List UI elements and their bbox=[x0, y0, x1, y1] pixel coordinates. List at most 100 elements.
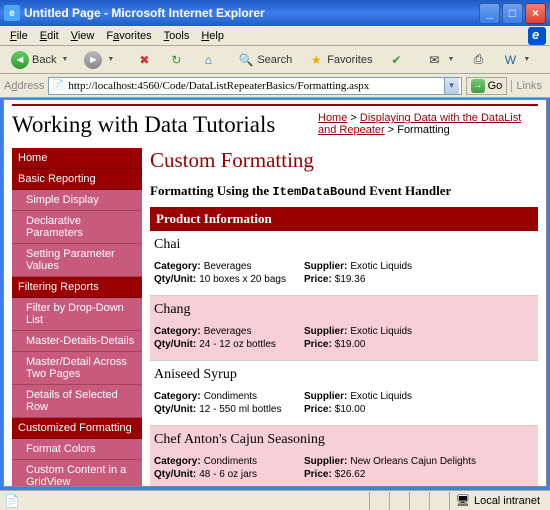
back-dropdown-icon: ▼ bbox=[61, 56, 68, 63]
menu-tools[interactable]: Tools bbox=[158, 28, 196, 44]
breadcrumb: Home > Displaying Data with the DataList… bbox=[318, 112, 538, 138]
refresh-icon: ↻ bbox=[168, 52, 184, 68]
qty-label: Qty/Unit: bbox=[154, 469, 196, 480]
price-value: $26.62 bbox=[335, 469, 366, 480]
search-label: Search bbox=[257, 54, 292, 66]
sidebar-item[interactable]: Simple Display bbox=[12, 190, 142, 211]
qty-value: 24 - 12 oz bottles bbox=[199, 339, 276, 350]
toolbar: ◄ Back ▼ ► ▼ ✖ ↻ ⌂ 🔍Search ★Favorites ✔ … bbox=[0, 46, 550, 74]
print-icon: ⎙ bbox=[470, 52, 486, 68]
price-label: Price: bbox=[304, 339, 332, 350]
address-dropdown-icon[interactable]: ▼ bbox=[444, 78, 459, 94]
go-button[interactable]: → Go bbox=[466, 77, 508, 95]
sidebar-item[interactable]: Declarative Parameters bbox=[12, 211, 142, 244]
sidebar-item[interactable]: Custom Content in a GridView bbox=[12, 460, 142, 487]
mail-dropdown-icon: ▼ bbox=[447, 56, 454, 63]
page-title: Working with Data Tutorials bbox=[12, 112, 275, 138]
sidebar-item[interactable]: Master-Details-Details bbox=[12, 331, 142, 352]
ie-throbber-icon bbox=[528, 27, 546, 45]
search-icon: 🔍 bbox=[238, 52, 254, 68]
zone-label: Local intranet bbox=[474, 495, 540, 507]
product-item: ChaiCategory: BeveragesSupplier: Exotic … bbox=[150, 231, 538, 296]
history-button[interactable]: ✔ bbox=[381, 49, 411, 71]
address-input[interactable] bbox=[68, 80, 443, 92]
home-button[interactable]: ⌂ bbox=[193, 49, 223, 71]
menu-edit[interactable]: Edit bbox=[34, 28, 65, 44]
breadcrumb-home[interactable]: Home bbox=[318, 112, 347, 124]
stop-icon: ✖ bbox=[136, 52, 152, 68]
menu-file[interactable]: File bbox=[4, 28, 34, 44]
sidebar-item[interactable]: Format Colors bbox=[12, 439, 142, 460]
back-label: Back bbox=[32, 54, 56, 66]
product-name: Aniseed Syrup bbox=[154, 367, 534, 383]
go-label: Go bbox=[488, 80, 503, 92]
print-button[interactable]: ⎙ bbox=[463, 49, 493, 71]
menu-help[interactable]: Help bbox=[195, 28, 230, 44]
discuss-button[interactable]: 💬 bbox=[545, 49, 550, 71]
intranet-icon: 🖥 bbox=[456, 494, 470, 508]
supplier-label: Supplier: bbox=[304, 391, 347, 402]
links-label[interactable]: Links bbox=[511, 80, 546, 92]
price-value: $19.36 bbox=[335, 274, 366, 285]
category-value: Beverages bbox=[204, 326, 252, 337]
product-item: Chef Anton's Cajun SeasoningCategory: Co… bbox=[150, 426, 538, 487]
forward-button[interactable]: ► ▼ bbox=[77, 48, 121, 72]
price-label: Price: bbox=[304, 274, 332, 285]
favorites-label: Favorites bbox=[327, 54, 372, 66]
menu-favorites[interactable]: Favorites bbox=[100, 28, 157, 44]
address-bar: Address 📄 ▼ → Go Links bbox=[0, 74, 550, 98]
sidebar-item[interactable]: Master/Detail Across Two Pages bbox=[12, 352, 142, 385]
stop-button[interactable]: ✖ bbox=[129, 49, 159, 71]
content-heading: Custom Formatting bbox=[150, 148, 538, 173]
qty-label: Qty/Unit: bbox=[154, 404, 196, 415]
sidebar-item[interactable]: Filter by Drop-Down List bbox=[12, 298, 142, 331]
app-icon: e bbox=[4, 5, 20, 21]
minimize-button[interactable]: _ bbox=[479, 3, 500, 24]
sidebar-item[interactable]: Setting Parameter Values bbox=[12, 244, 142, 277]
category-label: Category: bbox=[154, 326, 201, 337]
category-label: Category: bbox=[154, 456, 201, 467]
category-value: Condiments bbox=[204, 391, 257, 402]
maximize-button[interactable]: □ bbox=[502, 3, 523, 24]
forward-dropdown-icon: ▼ bbox=[107, 56, 114, 63]
main-content: Custom Formatting Formatting Using the I… bbox=[150, 148, 538, 487]
edit-button[interactable]: W▼ bbox=[495, 49, 537, 71]
browser-viewport[interactable]: Working with Data Tutorials Home > Displ… bbox=[3, 99, 547, 487]
address-combo[interactable]: 📄 ▼ bbox=[48, 77, 461, 95]
sidebar-category[interactable]: Basic Reporting bbox=[12, 169, 142, 190]
search-button[interactable]: 🔍Search bbox=[231, 49, 299, 71]
go-arrow-icon: → bbox=[471, 79, 485, 93]
window-titlebar: e Untitled Page - Microsoft Internet Exp… bbox=[0, 0, 550, 26]
supplier-label: Supplier: bbox=[304, 456, 347, 467]
address-label: Address bbox=[4, 80, 44, 92]
sidebar-nav: HomeBasic ReportingSimple DisplayDeclara… bbox=[12, 148, 142, 487]
sidebar-category[interactable]: Home bbox=[12, 148, 142, 169]
menubar: File Edit View Favorites Tools Help bbox=[0, 26, 550, 46]
edit-dropdown-icon: ▼ bbox=[523, 56, 530, 63]
sidebar-item[interactable]: Details of Selected Row bbox=[12, 385, 142, 418]
category-label: Category: bbox=[154, 261, 201, 272]
refresh-button[interactable]: ↻ bbox=[161, 49, 191, 71]
window-title: Untitled Page - Microsoft Internet Explo… bbox=[24, 6, 477, 20]
home-icon: ⌂ bbox=[200, 52, 216, 68]
star-icon: ★ bbox=[308, 52, 324, 68]
product-name: Chang bbox=[154, 302, 534, 318]
category-value: Condiments bbox=[204, 456, 257, 467]
favorites-button[interactable]: ★Favorites bbox=[301, 49, 379, 71]
product-item: ChangCategory: BeveragesSupplier: Exotic… bbox=[150, 296, 538, 361]
back-button[interactable]: ◄ Back ▼ bbox=[4, 48, 75, 72]
close-button[interactable]: × bbox=[525, 3, 546, 24]
status-bar: 📄 🖥 Local intranet bbox=[0, 490, 550, 510]
menu-view[interactable]: View bbox=[65, 28, 101, 44]
qty-value: 48 - 6 oz jars bbox=[199, 469, 257, 480]
status-page-icon: 📄 bbox=[4, 493, 20, 509]
qty-label: Qty/Unit: bbox=[154, 339, 196, 350]
sidebar-category[interactable]: Customized Formatting bbox=[12, 418, 142, 439]
history-icon: ✔ bbox=[388, 52, 404, 68]
supplier-label: Supplier: bbox=[304, 326, 347, 337]
qty-value: 12 - 550 ml bottles bbox=[199, 404, 281, 415]
sidebar-category[interactable]: Filtering Reports bbox=[12, 277, 142, 298]
edit-icon: W bbox=[502, 52, 518, 68]
mail-button[interactable]: ✉▼ bbox=[419, 49, 461, 71]
price-value: $19.00 bbox=[335, 339, 366, 350]
